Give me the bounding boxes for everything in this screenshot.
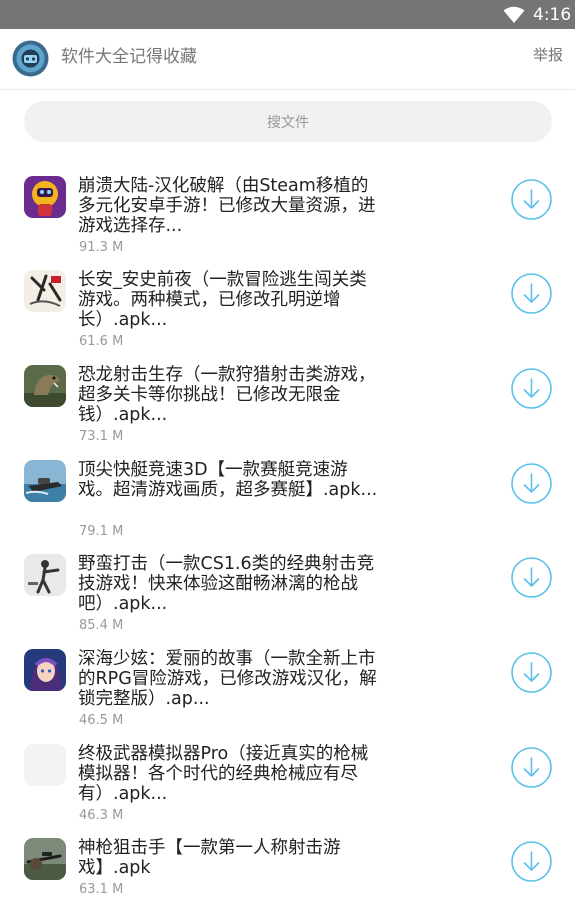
download-icon[interactable]: [511, 652, 552, 693]
item-size: 73.1 M: [79, 429, 124, 444]
item-title: 终极武器模拟器Pro（接近真实的枪械模拟器！各个时代的经典枪械应有尽有）.apk…: [78, 744, 369, 804]
download-icon[interactable]: [511, 179, 552, 220]
item-title: 顶尖快艇竞速3D【一款赛艇竞速游戏。超清游戏画质，超多赛艇】.apk...: [78, 460, 378, 500]
search-input[interactable]: 搜文件: [24, 101, 552, 142]
item-title: 神枪狙击手【一款第一人称射击游戏】.apk: [78, 838, 341, 878]
item-size: 79.1 M: [79, 524, 124, 539]
status-time: 4:16: [533, 5, 572, 25]
search-placeholder: 搜文件: [267, 114, 309, 131]
game-icon-anime-girl: [24, 649, 66, 691]
item-size: 46.3 M: [79, 808, 124, 823]
list-item[interactable]: 顶尖快艇竞速3D【一款赛艇竞速游戏。超清游戏画质，超多赛艇】.apk... 79…: [0, 448, 575, 542]
item-size: 91.3 M: [79, 240, 124, 255]
item-title: 长安_安史前夜（一款冒险逃生闯关类游戏。两种模式，已修改孔明逆增长）.apk..…: [78, 270, 367, 330]
item-size: 61.6 M: [79, 334, 124, 349]
game-icon-changan: [24, 270, 66, 312]
list-item[interactable]: 终极武器模拟器Pro（接近真实的枪械模拟器！各个时代的经典枪械应有尽有）.apk…: [0, 732, 575, 826]
list-item[interactable]: 深海少妶：爱丽的故事（一款全新上市的RPG冒险游戏，已修改游戏汉化，解锁完整版）…: [0, 637, 575, 731]
game-icon-crashlands: [24, 176, 66, 218]
item-title: 深海少妶：爱丽的故事（一款全新上市的RPG冒险游戏，已修改游戏汉化，解锁完整版）…: [78, 649, 377, 709]
download-icon[interactable]: [511, 557, 552, 598]
game-icon-placeholder: [24, 744, 66, 786]
download-icon[interactable]: [511, 841, 552, 882]
app-logo-icon[interactable]: [12, 40, 49, 77]
download-icon[interactable]: [511, 368, 552, 409]
report-link[interactable]: 举报: [533, 44, 563, 66]
app-header: 软件大全记得收藏 举报: [0, 29, 575, 90]
item-title: 崩溃大陆-汉化破解（由Steam移植的多元化安卓手游！已修改大量资源，进游戏选择…: [78, 176, 376, 236]
game-icon-strike: [24, 554, 66, 596]
item-size: 46.5 M: [79, 713, 124, 728]
list-item[interactable]: 神枪狙击手【一款第一人称射击游戏】.apk 63.1 M: [0, 826, 575, 920]
download-icon[interactable]: [511, 273, 552, 314]
status-bar: 4:16: [0, 0, 575, 29]
app-title: 软件大全记得收藏: [61, 47, 197, 67]
game-icon-boat: [24, 460, 66, 502]
game-icon-dinosaur: [24, 365, 66, 407]
game-icon-sniper: [24, 838, 66, 880]
download-icon[interactable]: [511, 463, 552, 504]
item-title: 野蛮打击（一款CS1.6类的经典射击竞技游戏！快来体验这酣畅淋漓的枪战吧）.ap…: [78, 554, 375, 614]
list-item[interactable]: 恐龙射击生存（一款狩猎射击类游戏，超多关卡等你挑战！已修改无限金钱）.apk..…: [0, 353, 575, 447]
item-size: 63.1 M: [79, 882, 124, 897]
item-title: 恐龙射击生存（一款狩猎射击类游戏，超多关卡等你挑战！已修改无限金钱）.apk..…: [78, 365, 376, 425]
download-icon[interactable]: [511, 747, 552, 788]
list-item[interactable]: 崩溃大陆-汉化破解（由Steam移植的多元化安卓手游！已修改大量资源，进游戏选择…: [0, 164, 575, 258]
list-item[interactable]: 野蛮打击（一款CS1.6类的经典射击竞技游戏！快来体验这酣畅淋漓的枪战吧）.ap…: [0, 542, 575, 636]
item-size: 85.4 M: [79, 618, 124, 633]
list-item[interactable]: 长安_安史前夜（一款冒险逃生闯关类游戏。两种模式，已修改孔明逆增长）.apk..…: [0, 258, 575, 352]
wifi-icon: [503, 6, 525, 23]
